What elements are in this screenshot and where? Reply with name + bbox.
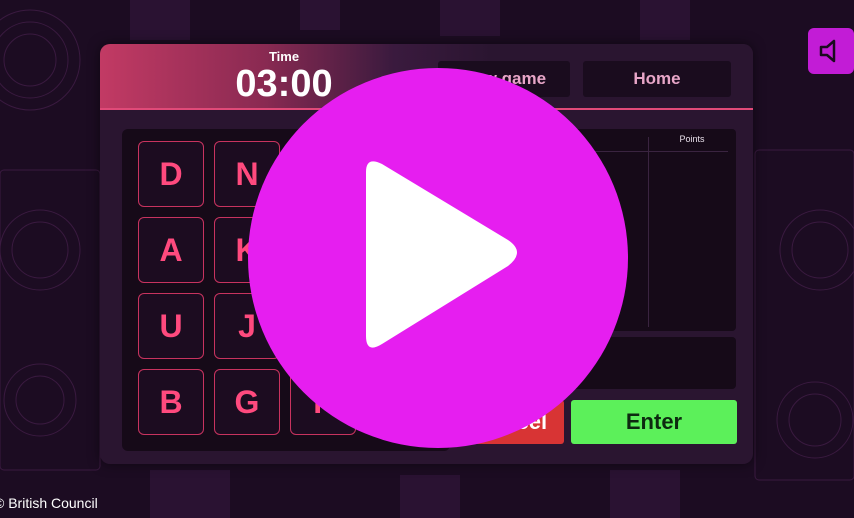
letter-tile[interactable]: G <box>214 369 280 435</box>
letter-tile[interactable]: D <box>138 141 204 207</box>
play-icon <box>366 161 517 348</box>
enter-button[interactable]: Enter <box>571 400 737 444</box>
sound-toggle-button[interactable] <box>808 28 854 74</box>
time-value: 03:00 <box>235 63 333 105</box>
copyright-text: © British Council <box>0 495 98 511</box>
letter-tile[interactable]: A <box>138 217 204 283</box>
points-header: Points <box>679 134 705 144</box>
letter-tile[interactable]: U <box>138 293 204 359</box>
column-divider <box>648 137 649 327</box>
time-label: Time <box>268 49 300 64</box>
play-button[interactable] <box>248 68 628 448</box>
home-button[interactable]: Home <box>583 61 731 97</box>
speaker-icon <box>819 39 836 63</box>
letter-tile[interactable]: B <box>138 369 204 435</box>
